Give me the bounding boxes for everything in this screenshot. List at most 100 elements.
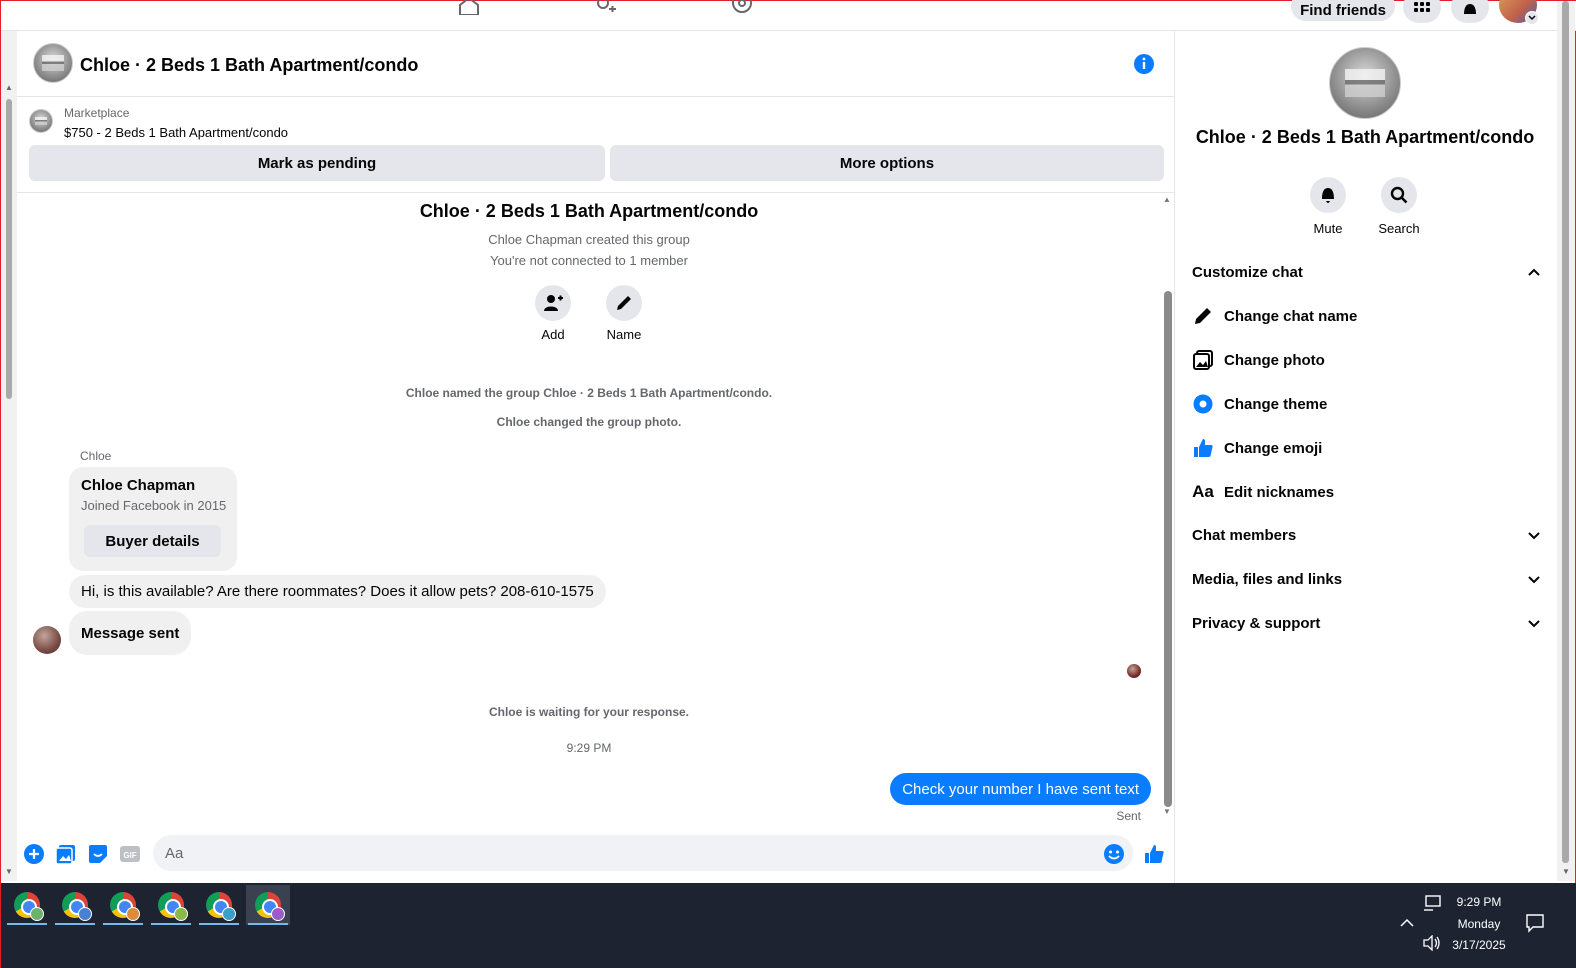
sender-avatar[interactable] — [33, 626, 61, 654]
find-friends-button[interactable]: Find friends — [1291, 0, 1395, 21]
page-scrollbar[interactable]: ▲ ▼ — [1, 31, 17, 881]
change-emoji-item[interactable]: Change emoji — [1192, 428, 1542, 468]
gif-icon[interactable]: GIF — [119, 843, 141, 865]
window-scrollbar-thumb[interactable] — [1562, 1, 1569, 863]
change-chat-name-item[interactable]: Change chat name — [1192, 296, 1542, 336]
scroll-up-arrow-icon[interactable]: ▲ — [1163, 195, 1171, 204]
item-label: Change chat name — [1224, 307, 1358, 325]
pencil-icon — [1192, 305, 1214, 327]
change-theme-item[interactable]: Change theme — [1192, 384, 1542, 424]
listing-title[interactable]: $750 - 2 Beds 1 Bath Apartment/condo — [64, 125, 288, 140]
search-button[interactable]: Search — [1364, 177, 1434, 236]
thumbs-up-icon[interactable] — [1143, 843, 1165, 865]
volume-icon[interactable] — [1423, 935, 1441, 951]
network-icon[interactable] — [1423, 895, 1441, 911]
taskbar-chrome-window[interactable] — [53, 885, 97, 925]
event-group-named: Chloe named the group Chloe · 2 Beds 1 B… — [405, 386, 773, 400]
event-group-photo: Chloe changed the group photo. — [496, 415, 682, 429]
listing-thumbnail[interactable] — [29, 109, 53, 133]
bell-icon — [1464, 4, 1476, 14]
window-scrollbar[interactable]: ▼ — [1557, 1, 1575, 881]
taskbar-chrome-window-active[interactable] — [246, 885, 290, 925]
home-icon[interactable] — [458, 0, 480, 15]
chevron-down-icon — [1528, 620, 1540, 628]
message-timestamp: 9:29 PM — [566, 741, 612, 755]
grid-menu-icon — [1414, 2, 1430, 12]
chat-window: Chloe · 2 Beds 1 Bath Apartment/condo Ma… — [17, 31, 1175, 883]
customize-chat-label: Customize chat — [1192, 263, 1303, 281]
friends-icon[interactable] — [595, 0, 617, 15]
item-label: Edit nicknames — [1224, 483, 1335, 501]
thumbs-up-icon — [1192, 437, 1214, 459]
scroll-down-arrow-icon[interactable]: ▼ — [1562, 867, 1570, 876]
account-avatar[interactable] — [1499, 0, 1539, 25]
panel-group-avatar[interactable] — [1329, 47, 1401, 119]
my-message-bubble[interactable]: Check your number I have sent text — [890, 773, 1151, 805]
thread-scrollbar-thumb[interactable] — [1164, 291, 1172, 807]
message-bubble[interactable]: Message sent — [69, 611, 192, 655]
message-input[interactable] — [153, 835, 1133, 871]
sticker-icon[interactable] — [87, 843, 109, 865]
more-options-button[interactable]: More options — [610, 145, 1164, 181]
menu-button[interactable] — [1403, 0, 1441, 23]
change-photo-item[interactable]: Change photo — [1192, 340, 1542, 380]
sent-status: Sent — [1116, 809, 1141, 823]
mute-button[interactable]: Mute — [1293, 177, 1363, 236]
marketplace-banner: Marketplace $750 - 2 Beds 1 Bath Apartme… — [17, 97, 1175, 193]
clock-day[interactable]: Monday — [1449, 917, 1509, 931]
privacy-support-label: Privacy & support — [1192, 614, 1321, 632]
scroll-up-arrow-icon[interactable]: ▲ — [5, 83, 13, 92]
chrome-icon — [255, 892, 285, 921]
edit-nicknames-item[interactable]: Aa Edit nicknames — [1192, 472, 1542, 512]
scroll-down-arrow-icon[interactable]: ▼ — [5, 867, 13, 876]
media-files-label: Media, files and links — [1192, 570, 1343, 588]
privacy-support-section[interactable]: Privacy & support — [1192, 603, 1542, 643]
notification-center-icon[interactable] — [1525, 913, 1545, 933]
add-member-button[interactable] — [535, 285, 571, 321]
sender-name: Chloe — [80, 449, 112, 463]
buyer-joined: Joined Facebook in 2015 — [81, 498, 227, 513]
windows-taskbar: 9:29 PM Monday 3/17/2025 — [1, 883, 1576, 968]
item-label: Change theme — [1224, 395, 1328, 413]
item-label: Change photo — [1224, 351, 1325, 369]
media-files-section[interactable]: Media, files and links — [1192, 559, 1542, 599]
chat-members-section[interactable]: Chat members — [1192, 515, 1542, 555]
taskbar-chrome-window[interactable] — [5, 885, 49, 925]
created-by-text: Chloe Chapman created this group — [488, 232, 690, 247]
text-aa-icon: Aa — [1192, 482, 1214, 501]
buyer-details-button[interactable]: Buyer details — [84, 525, 221, 557]
gallery-icon[interactable] — [55, 843, 77, 865]
item-label: Change emoji — [1224, 439, 1323, 457]
buyer-name[interactable]: Chloe Chapman — [81, 477, 195, 494]
buyer-card: Chloe Chapman Joined Facebook in 2015 Bu… — [69, 467, 237, 571]
chrome-icon — [14, 892, 44, 921]
svg-text:GIF: GIF — [123, 851, 136, 860]
message-composer: GIF — [17, 829, 1175, 883]
not-connected-text: You're not connected to 1 member — [490, 253, 688, 268]
clock-date[interactable]: 3/17/2025 — [1444, 938, 1514, 952]
scrollbar-thumb[interactable] — [6, 99, 12, 399]
notifications-button[interactable] — [1451, 0, 1489, 23]
plus-circle-icon[interactable] — [23, 843, 45, 865]
groups-icon[interactable] — [731, 0, 753, 15]
taskbar-chrome-window[interactable] — [197, 885, 241, 925]
mark-as-pending-button[interactable]: Mark as pending — [29, 145, 605, 181]
message-bubble[interactable]: Hi, is this available? Are there roommat… — [69, 575, 606, 608]
emoji-icon[interactable] — [1103, 843, 1125, 865]
chat-title[interactable]: Chloe · 2 Beds 1 Bath Apartment/condo — [80, 55, 418, 76]
chevron-up-icon[interactable] — [1400, 918, 1414, 928]
clock-time[interactable]: 9:29 PM — [1449, 895, 1509, 909]
edit-name-button[interactable] — [606, 285, 642, 321]
chevron-down-icon — [1528, 576, 1540, 584]
seen-avatar — [1127, 664, 1141, 678]
chrome-icon — [110, 892, 140, 921]
taskbar-chrome-window[interactable] — [101, 885, 145, 925]
info-icon[interactable] — [1133, 53, 1155, 75]
marketplace-label: Marketplace — [64, 106, 130, 120]
pencil-icon — [617, 296, 631, 310]
customize-chat-section[interactable]: Customize chat — [1192, 252, 1542, 292]
group-avatar[interactable] — [33, 43, 73, 83]
scroll-down-arrow-icon[interactable]: ▼ — [1163, 807, 1171, 816]
thread-scrollbar[interactable]: ▲ ▼ — [1161, 193, 1175, 819]
taskbar-chrome-window[interactable] — [149, 885, 193, 925]
